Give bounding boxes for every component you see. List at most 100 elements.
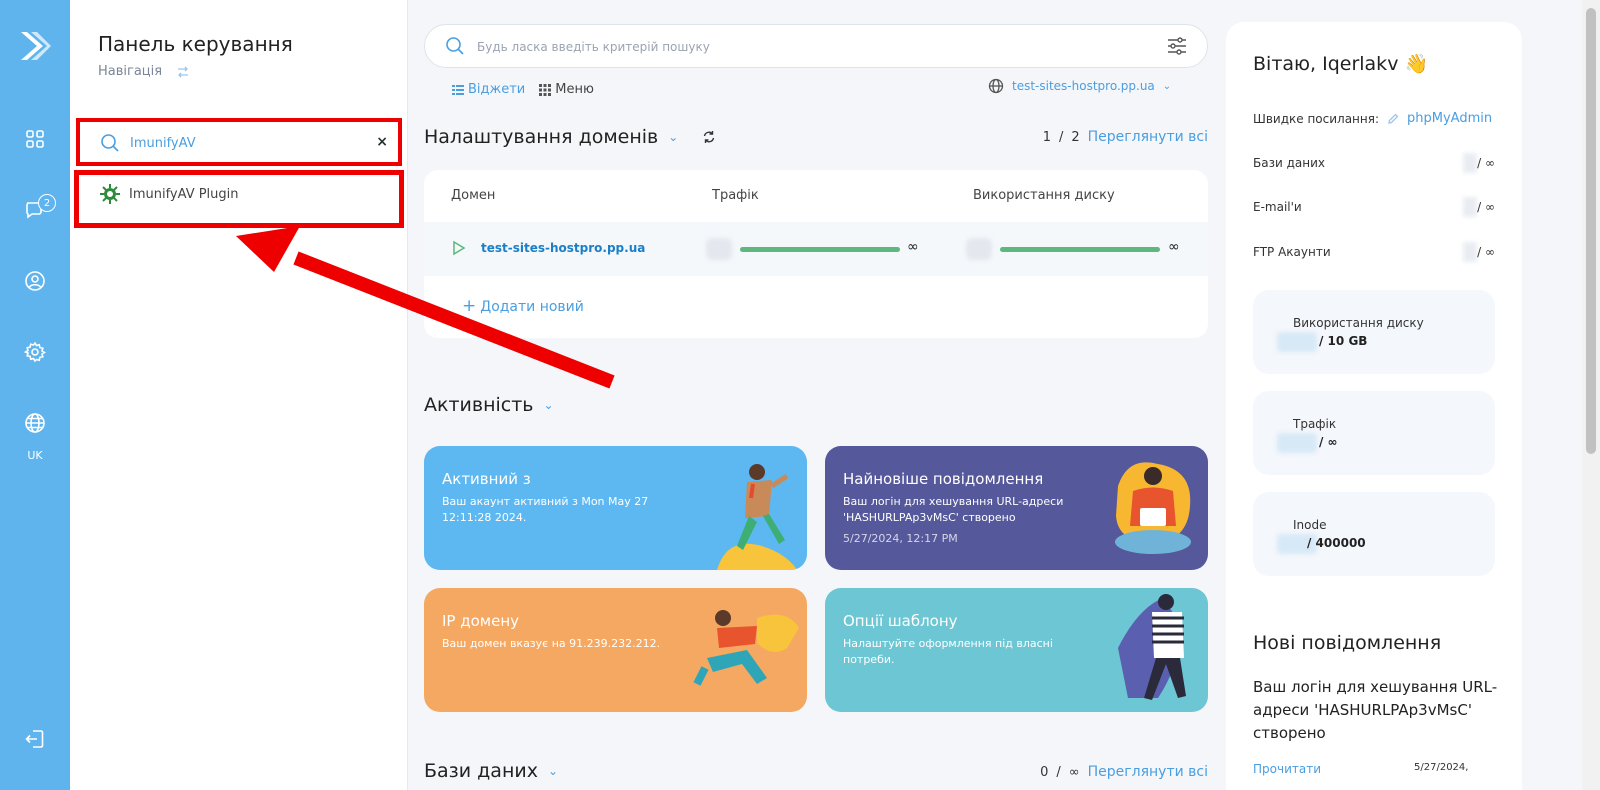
traffic-value-blurred (706, 238, 732, 260)
card-date: 5/27/2024, 12:17 PM (843, 532, 958, 545)
chevron-down-icon: ⌄ (1162, 80, 1172, 92)
chevron-down-icon[interactable]: ⌄ (548, 764, 558, 778)
list-icon (452, 84, 464, 95)
traffic-card: Трафік / ∞ (1253, 391, 1495, 475)
new-messages-title: Нові повідомлення (1253, 632, 1442, 654)
greeting: Вітаю, Iqerlakv 👋 (1253, 53, 1429, 75)
filter-settings-icon[interactable] (1167, 37, 1187, 55)
domain-link[interactable]: test-sites-hostpro.pp.ua (481, 241, 645, 255)
domain-selector-value: test-sites-hostpro.pp.ua (1012, 79, 1155, 93)
left-rail: 2 UK (0, 0, 70, 790)
globe-icon[interactable] (22, 410, 48, 436)
domains-title: Налаштування доменів (424, 126, 659, 148)
card-text: Ваш домен вказує на 91.239.232.212. (442, 637, 661, 650)
inode-card: Inode / 400000 (1253, 492, 1495, 576)
new-message-text: Ваш логін для хешування URL-адреси 'HASH… (1253, 678, 1498, 742)
activity-title: Активність (424, 394, 534, 416)
chevron-down-icon[interactable]: ⌄ (668, 130, 678, 144)
navigation-panel: Панель керування Навігація ImunifyAV × I… (70, 0, 408, 790)
domains-pager: 1 / 2 Переглянути всі (1043, 129, 1208, 145)
nav-search-field[interactable]: ImunifyAV × (76, 118, 402, 166)
panel-title: Панель керування (98, 32, 293, 56)
search-icon (446, 37, 464, 55)
account-summary-panel: Вітаю, Iqerlakv 👋 Швидке посилання: phpM… (1226, 22, 1522, 790)
card-text: Ваш логін для хешування URL-адреси 'HASH… (843, 495, 1064, 524)
databases-page-total: ∞ (1068, 764, 1080, 780)
add-domain-button[interactable]: + Додати новий (462, 296, 584, 316)
databases-page-current: 0 (1040, 764, 1049, 780)
gear-icon[interactable] (22, 339, 48, 365)
language-label[interactable]: UK (0, 449, 70, 462)
stat-value: / ∞ (1477, 245, 1495, 259)
domains-view-all-link[interactable]: Переглянути всі (1088, 129, 1208, 145)
chevron-down-icon[interactable]: ⌄ (544, 398, 554, 412)
card-text: Налаштуйте оформлення під власні потреби… (843, 637, 1053, 666)
card-title: Опції шаблону (843, 612, 958, 630)
column-header-domain: Домен (451, 188, 496, 203)
nav-search-value[interactable]: ImunifyAV (130, 136, 196, 151)
traffic-blurred (1277, 433, 1317, 453)
quick-links: Швидке посилання: phpMyAdmin (1253, 111, 1492, 126)
refresh-icon[interactable] (702, 130, 716, 144)
clear-search-button[interactable]: × (376, 134, 388, 150)
disk-progress-bar (1000, 247, 1160, 252)
main-content: Віджети Меню test-sites-hostpro.pp.ua ⌄ … (408, 0, 1238, 790)
card-title: IP домену (442, 612, 520, 630)
disk-usage-card: Використання диску / 10 GB (1253, 290, 1495, 374)
stat-row-emails: E-mail'и / ∞ (1253, 197, 1495, 217)
disk-usage-value: / 10 GB (1319, 334, 1368, 348)
dashboard-grid-icon[interactable] (22, 126, 48, 152)
view-tabs: Віджети Меню (452, 82, 594, 97)
traffic-value: / ∞ (1319, 435, 1338, 449)
databases-view-all-link[interactable]: Переглянути всі (1088, 764, 1208, 780)
activity-card-template-options[interactable]: Опції шаблону Налаштуйте оформлення під … (825, 588, 1208, 712)
inode-value: / 400000 (1307, 536, 1366, 550)
activity-card-active-since[interactable]: Активний з Ваш акаунт активний з Mon May… (424, 446, 807, 570)
globe-icon (988, 78, 1004, 94)
search-icon (101, 134, 119, 152)
read-message-link[interactable]: Прочитати (1253, 762, 1321, 776)
scrollbar-thumb[interactable] (1586, 8, 1596, 454)
user-profile-icon[interactable] (22, 268, 48, 294)
domains-page-current: 1 (1042, 129, 1051, 145)
stat-label: E-mail'и (1253, 200, 1302, 214)
traffic-progress-bar (740, 247, 900, 252)
card-text: Ваш акаунт активний з Mon May 27 12:11:2… (442, 495, 649, 524)
databases-pager: 0 / ∞ Переглянути всі (1040, 764, 1208, 780)
stat-row-ftp: FTP Акаунти / ∞ (1253, 242, 1495, 262)
databases-title: Бази даних (424, 760, 538, 782)
app-logo-icon[interactable] (17, 28, 53, 64)
traffic-limit: ∞ (907, 239, 919, 255)
domains-page-total: 2 (1071, 129, 1080, 145)
databases-page-separator: / (1056, 764, 1061, 780)
tab-menu[interactable]: Меню (539, 82, 594, 97)
stat-row-databases: Бази даних / ∞ (1253, 153, 1495, 173)
disk-limit: ∞ (1168, 239, 1180, 255)
pencil-icon[interactable] (1387, 113, 1399, 125)
activity-card-latest-message[interactable]: Найновіше повідомлення Ваш логін для хеш… (825, 446, 1208, 570)
tab-menu-label: Меню (555, 82, 594, 97)
tab-widgets[interactable]: Віджети (452, 82, 525, 97)
person-running-illustration (693, 610, 799, 686)
global-search-bar[interactable] (424, 24, 1208, 68)
traffic-label: Трафік (1293, 417, 1337, 431)
quick-links-label: Швидке посилання: (1253, 111, 1380, 126)
search-result-imunifyav[interactable]: ImunifyAV Plugin (74, 170, 404, 228)
domains-section-header: Налаштування доменів ⌄ (424, 126, 716, 148)
databases-section-header: Бази даних ⌄ (424, 760, 558, 782)
play-icon[interactable] (452, 240, 466, 256)
activity-card-domain-ip[interactable]: IP домену Ваш домен вказує на 91.239.232… (424, 588, 807, 712)
new-message-date: 5/27/2024, (1414, 762, 1469, 773)
phpmyadmin-link[interactable]: phpMyAdmin (1407, 111, 1492, 126)
add-domain-label: Додати новий (480, 299, 584, 315)
swap-icon[interactable] (176, 66, 190, 78)
stat-value-blurred (1463, 197, 1477, 217)
global-search-input[interactable] (477, 37, 1117, 57)
page-scrollbar[interactable] (1582, 0, 1600, 790)
stat-label: FTP Акаунти (1253, 245, 1331, 259)
imunifyav-icon (100, 184, 120, 204)
table-row[interactable]: test-sites-hostpro.pp.ua ∞ ∞ (424, 222, 1208, 276)
logout-icon[interactable] (22, 726, 48, 752)
domain-selector[interactable]: test-sites-hostpro.pp.ua ⌄ (988, 78, 1171, 94)
person-walking-illustration (717, 464, 797, 570)
